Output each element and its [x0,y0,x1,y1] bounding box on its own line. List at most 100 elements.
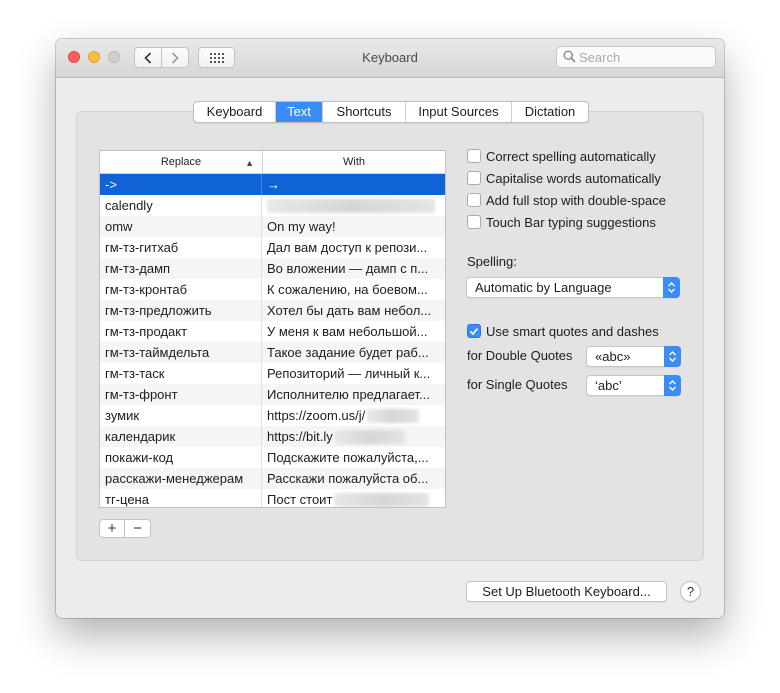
table-row[interactable]: покажи-код Подскажите пожалуйста,... [100,447,445,468]
popup-arrows-icon [664,346,681,367]
with-cell: Подскажите пожалуйста,... [267,450,429,465]
with-cell: https://bit.ly [262,426,437,447]
table-row[interactable]: гм-тз-кронтаб К сожалению, на боевом... [100,279,445,300]
redacted-text [367,408,420,423]
replace-cell: omw [100,216,262,237]
checkmark-icon [469,327,479,335]
with-cell: On my way! [267,219,336,234]
search-input[interactable] [579,49,709,65]
tab-keyboard[interactable]: Keyboard [194,102,276,122]
single-quotes-value: ‘abc’ [595,378,622,393]
tab-bar: Keyboard Text Shortcuts Input Sources Di… [193,101,589,123]
smart-quotes-option[interactable]: Use smart quotes and dashes [467,322,659,340]
search-field[interactable] [556,46,716,68]
double-quotes-label: for Double Quotes [467,348,573,363]
replace-cell: calendly [100,195,262,216]
replace-cell: гм-тз-предложить [100,300,262,321]
with-cell: → [267,177,280,192]
with-cell: Пост стоит [262,489,437,507]
double-quotes-value: «abc» [595,349,631,364]
correct-spelling-label: Correct spelling automatically [486,148,656,164]
with-cell: К сожалению, на боевом... [267,282,428,297]
full-stop-option[interactable]: Add full stop with double-space [467,191,666,209]
replace-cell: гм-тз-гитхаб [100,237,262,258]
redacted-text [334,429,405,444]
table-row[interactable]: calendly [100,195,445,216]
table-row[interactable]: -> → [100,174,445,195]
with-cell: Во вложении — дамп с п... [267,261,429,276]
table-row[interactable]: расскажи-менеджерам Расскажи пожалуйста … [100,468,445,489]
with-cell: https://zoom.us/j/ [262,405,437,426]
tab-input-sources[interactable]: Input Sources [406,102,512,122]
capitalise-words-label: Capitalise words automatically [486,170,661,186]
replace-cell: расскажи-менеджерам [100,468,262,489]
table-row[interactable]: гм-тз-дамп Во вложении — дамп с п... [100,258,445,279]
replace-cell: тг-цена [100,489,262,507]
smart-quotes-checkbox[interactable] [467,324,481,338]
table-header: Replace ▲ With [100,151,445,174]
replace-cell: календарик [100,426,262,447]
table-body: -> → calendly omw On my way! гм-тз-гитха… [100,174,445,507]
popup-arrows-icon [663,277,680,298]
help-button[interactable]: ? [680,581,701,602]
touch-bar-checkbox[interactable] [467,215,481,229]
correct-spelling-option[interactable]: Correct spelling automatically [467,147,656,165]
capitalise-words-option[interactable]: Capitalise words automatically [467,169,661,187]
spelling-popup-value: Automatic by Language [475,280,612,295]
table-row[interactable]: гм-тз-гитхаб Дал вам доступ к репози... [100,237,445,258]
table-row[interactable]: гм-тз-предложить Хотел бы дать вам небол… [100,300,445,321]
double-quotes-popup[interactable]: «abc» [586,346,681,367]
replacements-table[interactable]: Replace ▲ With -> → calendly omw On my w… [99,150,446,508]
tab-dictation[interactable]: Dictation [512,102,588,122]
tab-text[interactable]: Text [276,102,323,122]
add-remove-controls: + − [99,519,151,538]
with-cell [262,195,437,216]
table-row[interactable]: тг-цена Пост стоит [100,489,445,507]
table-row[interactable]: гм-тз-таск Репозиторий — личный к... [100,363,445,384]
replace-header-label: Replace [160,156,202,168]
capitalise-words-checkbox[interactable] [467,171,481,185]
correct-spelling-checkbox[interactable] [467,149,481,163]
with-cell-text: Пост стоит [267,492,333,507]
replace-cell: гм-тз-таймдельта [100,342,262,363]
remove-replacement-button[interactable]: − [125,519,151,538]
popup-arrows-icon [664,375,681,396]
full-stop-checkbox[interactable] [467,193,481,207]
table-row[interactable]: гм-тз-продакт У меня к вам небольшой... [100,321,445,342]
replace-cell: гм-тз-таск [100,363,262,384]
single-quotes-label: for Single Quotes [467,377,568,392]
table-row[interactable]: гм-тз-фронт Исполнителю предлагает... [100,384,445,405]
smart-quotes-label: Use smart quotes and dashes [486,323,659,339]
sort-ascending-icon: ▲ [245,158,254,168]
redacted-text [267,198,435,213]
with-cell: Такое задание будет раб... [267,345,429,360]
single-quotes-popup[interactable]: ‘abc’ [586,375,681,396]
with-cell-text: https://bit.ly [267,429,333,444]
replace-column-header[interactable]: Replace ▲ [100,151,263,173]
with-cell: У меня к вам небольшой... [267,324,428,339]
add-replacement-button[interactable]: + [99,519,125,538]
preferences-window: Keyboard Keyboard Text Shortcuts Input S… [56,39,724,618]
table-row[interactable]: календарик https://bit.ly [100,426,445,447]
with-cell: Хотел бы дать вам небол... [267,303,432,318]
replace-cell: гм-тз-дамп [100,258,262,279]
with-cell: Расскажи пожалуйста об... [267,471,429,486]
spelling-popup[interactable]: Automatic by Language [466,277,680,298]
replace-cell: зумик [100,405,262,426]
title-bar: Keyboard [56,39,724,78]
touch-bar-option[interactable]: Touch Bar typing suggestions [467,213,656,231]
search-icon [563,50,576,63]
replace-cell: гм-тз-кронтаб [100,279,262,300]
touch-bar-label: Touch Bar typing suggestions [486,214,656,230]
replace-cell: покажи-код [100,447,262,468]
with-cell: Дал вам доступ к репози... [267,240,428,255]
full-stop-label: Add full stop with double-space [486,192,666,208]
with-cell-text: https://zoom.us/j/ [267,408,366,423]
setup-bluetooth-keyboard-button[interactable]: Set Up Bluetooth Keyboard... [466,581,667,602]
tab-shortcuts[interactable]: Shortcuts [323,102,406,122]
redacted-text [334,492,430,507]
table-row[interactable]: зумик https://zoom.us/j/ [100,405,445,426]
with-column-header[interactable]: With [263,151,445,173]
table-row[interactable]: omw On my way! [100,216,445,237]
table-row[interactable]: гм-тз-таймдельта Такое задание будет раб… [100,342,445,363]
